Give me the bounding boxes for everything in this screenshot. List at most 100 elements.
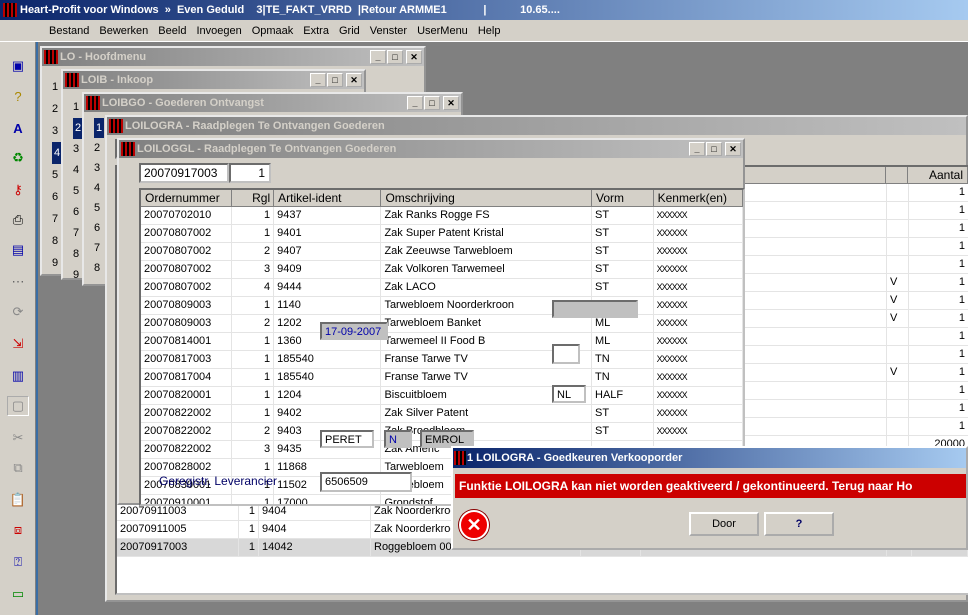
- minimize-button[interactable]: _: [407, 96, 423, 110]
- form-icon[interactable]: ▤: [7, 240, 29, 260]
- help-icon[interactable]: ?: [7, 86, 29, 106]
- menu-help[interactable]: Help: [473, 25, 506, 37]
- order-number-field[interactable]: 20070917003: [139, 163, 229, 183]
- overlay-blank-field[interactable]: [552, 300, 638, 318]
- col-ordernummer[interactable]: Ordernummer: [141, 190, 233, 207]
- peret-field[interactable]: PERET: [320, 430, 374, 448]
- nl-field[interactable]: NL: [552, 385, 586, 403]
- window-icon[interactable]: ▣: [7, 56, 29, 76]
- menu-number[interactable]: 6: [94, 218, 104, 238]
- error-message: Funktie LOILOGRA kan niet worden geaktiv…: [455, 474, 966, 498]
- table-row[interactable]: 20070807002 1 9401 Zak Super Patent Kristal…: [141, 225, 743, 243]
- cell-art: 9444: [274, 279, 382, 296]
- cell-aantal: 1: [909, 310, 968, 327]
- cell-aantal: 1: [909, 256, 968, 273]
- loiloggl-title: LOILOGGL - Raadplegen Te Ontvangen Goede…: [137, 143, 397, 155]
- col-aantal[interactable]: Aantal: [908, 167, 968, 184]
- menu-venster[interactable]: Venster: [365, 25, 412, 37]
- maximize-button[interactable]: □: [706, 142, 722, 156]
- error-icon: ✕: [459, 510, 489, 540]
- maximize-button[interactable]: □: [424, 96, 440, 110]
- menu-bewerken[interactable]: Bewerken: [94, 25, 153, 37]
- cell-rgl: 1: [232, 387, 275, 404]
- table-row[interactable]: 20070817004 1 185540 Franse Tarwe TV TN XXXXX…: [141, 369, 743, 387]
- cut-icon[interactable]: ✂: [7, 428, 29, 448]
- chart-icon[interactable]: ▥: [7, 366, 29, 386]
- table-row[interactable]: 20070809003 1 1140 Tarwebloem Noorderkroon X…: [141, 297, 743, 315]
- export-icon[interactable]: ⇲: [7, 334, 29, 354]
- cell-flag: V: [887, 292, 909, 309]
- cell-art: 9402: [274, 405, 382, 422]
- cycle-icon[interactable]: ⟳: [7, 302, 29, 322]
- font-icon[interactable]: A: [7, 118, 29, 138]
- cell-oms: Zak LACO: [381, 279, 592, 296]
- window-icon: [121, 142, 135, 156]
- col-omschrijving[interactable]: Omschrijving: [381, 190, 592, 207]
- menu-extra[interactable]: Extra: [298, 25, 334, 37]
- menu-opmaak[interactable]: Opmaak: [247, 25, 299, 37]
- table-row[interactable]: 20070809003 2 1202 Tarwebloem Banket ML XXXXX…: [141, 315, 743, 333]
- door-button[interactable]: Door: [689, 512, 759, 536]
- n-field[interactable]: N: [384, 430, 412, 448]
- menu-number[interactable]: 1: [94, 118, 105, 138]
- menu-bestand[interactable]: Bestand: [44, 25, 94, 37]
- menu-number[interactable]: 5: [94, 198, 104, 218]
- menu-number[interactable]: 7: [94, 238, 104, 258]
- maximize-button[interactable]: □: [387, 50, 403, 64]
- table-row[interactable]: 20070702010 1 9437 Zak Ranks Rogge FS ST XXXX…: [141, 207, 743, 225]
- table-row[interactable]: 20070814001 1 1360 Tarwemeel II Food B ML XXX…: [141, 333, 743, 351]
- menu-usermenu[interactable]: UserMenu: [412, 25, 473, 37]
- close-button[interactable]: ✕: [443, 96, 459, 110]
- table-row[interactable]: 20070807002 3 9409 Zak Volkoren Tarwemeel ST…: [141, 261, 743, 279]
- close-button[interactable]: ✕: [406, 50, 422, 64]
- date-field[interactable]: 17-09-2007: [320, 322, 388, 340]
- minimize-button[interactable]: _: [370, 50, 386, 64]
- line-number-field[interactable]: 1: [229, 163, 271, 183]
- refresh-icon[interactable]: ♻: [7, 148, 29, 168]
- window-icon: [454, 451, 466, 465]
- frame-icon[interactable]: ▢: [7, 396, 29, 416]
- table-row[interactable]: 20070820001 1 1204 Biscuitbloem HALF XXXXXX: [141, 387, 743, 405]
- window-icon: [44, 50, 58, 64]
- copy-icon[interactable]: ⧉: [7, 458, 29, 478]
- paste-special-icon[interactable]: ⧈: [7, 520, 29, 540]
- print-icon[interactable]: ⎙: [7, 210, 29, 230]
- minimize-button[interactable]: _: [310, 73, 326, 87]
- close-button[interactable]: ✕: [346, 73, 362, 87]
- menu-grid[interactable]: Grid: [334, 25, 365, 37]
- leverancier-number-field[interactable]: 6506509: [320, 472, 412, 492]
- cell-rgl: 1: [239, 521, 259, 538]
- minimize-button[interactable]: _: [689, 142, 705, 156]
- cell-art: 9407: [274, 243, 382, 260]
- maximize-button[interactable]: □: [327, 73, 343, 87]
- menu-number[interactable]: 4: [94, 178, 104, 198]
- menu-number[interactable]: 8: [94, 258, 104, 278]
- dots-icon[interactable]: ⋯: [7, 272, 29, 292]
- help-button[interactable]: ?: [764, 512, 834, 536]
- table-row[interactable]: 20070817003 1 185540 Franse Tarwe TV TN XXXXX…: [141, 351, 743, 369]
- close-button[interactable]: ✕: [725, 142, 741, 156]
- cell-rgl: 1: [232, 207, 275, 224]
- table-row[interactable]: 20070822002 1 9402 Zak Silver Patent ST XXXXX…: [141, 405, 743, 423]
- key-icon[interactable]: ⚷: [7, 180, 29, 200]
- table-row[interactable]: 20070807002 4 9444 Zak LACO ST XXXXXX: [141, 279, 743, 297]
- menu-invoegen[interactable]: Invoegen: [191, 25, 246, 37]
- cell-kenm: XXXXXX: [654, 243, 743, 260]
- cell-art: 9409: [274, 261, 382, 278]
- menu-number[interactable]: 2: [94, 138, 104, 158]
- table-row[interactable]: 20070807002 2 9407 Zak Zeeuwse Tarwebloem ST…: [141, 243, 743, 261]
- cell-art: 14042: [259, 539, 371, 556]
- col-vorm[interactable]: Vorm: [592, 190, 654, 207]
- col-artikel-ident[interactable]: Artikel-ident: [274, 190, 382, 207]
- menu-number[interactable]: 3: [94, 158, 104, 178]
- clipboard-help-icon[interactable]: ⍰: [7, 552, 29, 572]
- col-kenmerken[interactable]: Kenmerk(en): [653, 190, 743, 207]
- col-rgl[interactable]: Rgl: [232, 190, 275, 207]
- overlay-small-field[interactable]: [552, 344, 580, 364]
- paste-icon[interactable]: 📋: [7, 490, 29, 510]
- hoofdmenu-titlebar: LO - Hoofdmenu _ □ ✕: [42, 48, 424, 66]
- col-flag[interactable]: [886, 167, 909, 184]
- menu-beeld[interactable]: Beeld: [153, 25, 191, 37]
- cell-rgl: 4: [232, 279, 275, 296]
- monitor-icon[interactable]: ▭: [7, 584, 29, 604]
